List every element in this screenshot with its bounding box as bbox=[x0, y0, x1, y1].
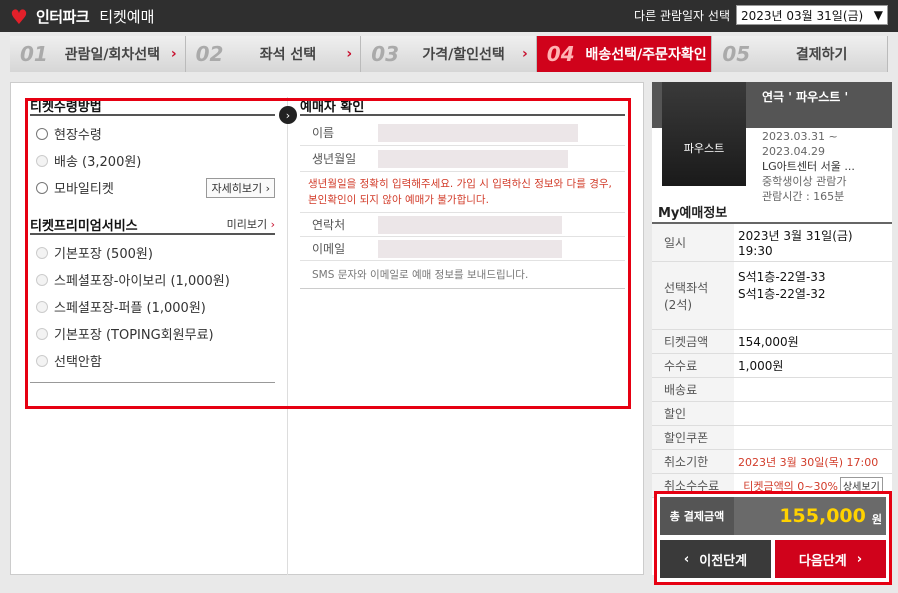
name-label: 이름 bbox=[312, 126, 335, 140]
birth-row: 생년월일 bbox=[300, 146, 625, 172]
email-label: 이메일 bbox=[312, 242, 346, 256]
step-label: 관람일/회차선택 bbox=[64, 47, 161, 63]
info-row-ticket: 티켓금액 154,000원 bbox=[652, 330, 892, 354]
chevron-right-icon: › bbox=[522, 46, 528, 62]
info-row-seat: 선택좌석 (2석) S석1층-22열-33 S석1층-22열-32 bbox=[652, 262, 892, 330]
step-num: 05 bbox=[722, 42, 751, 66]
email-field[interactable] bbox=[378, 239, 562, 258]
next-step-button[interactable]: 다음단계 › bbox=[775, 540, 886, 578]
birth-warning: 생년월일을 정확히 입력해주세요. 가입 시 입력하신 정보와 다를 경우, 본… bbox=[300, 172, 625, 213]
info-row-discount: 할인 bbox=[652, 402, 892, 426]
toggle-icon[interactable]: › bbox=[279, 106, 297, 124]
chevron-right-icon: › bbox=[346, 46, 353, 62]
sms-note: SMS 문자와 이메일로 예매 정보를 보내드립니다. bbox=[300, 261, 625, 289]
info-row-date: 일시 2023년 3월 31일(금) 19:30 bbox=[652, 224, 892, 262]
info-row-delivery: 배송료 bbox=[652, 378, 892, 402]
radio-icon[interactable] bbox=[36, 273, 48, 286]
step-num: 02 bbox=[195, 42, 224, 66]
date-selector-area: 다른 관람일자 선택 2023년 03월 31일(금) ▼ bbox=[634, 5, 888, 25]
step-num: 03 bbox=[371, 42, 400, 66]
birth-field[interactable] bbox=[378, 149, 568, 168]
total-label: 총 결제금액 bbox=[660, 497, 734, 535]
radio-delivery[interactable]: 배송 (3,200원) bbox=[30, 147, 275, 174]
show-info: 2023.03.31 ~ 2023.04.29 LG아트센터 서울 ... 중학… bbox=[762, 130, 855, 203]
total-bar: 총 결제금액 155,000 원 bbox=[660, 497, 886, 535]
premium-option-2[interactable]: 스페셜포장-아이보리 (1,000원) bbox=[30, 266, 275, 293]
name-field[interactable] bbox=[378, 123, 578, 142]
info-row-fee: 수수료 1,000원 bbox=[652, 354, 892, 378]
phone-row: 연락처 bbox=[300, 213, 625, 237]
chevron-down-icon: ▼ bbox=[873, 8, 883, 22]
delivery-section: 티켓수령방법 현장수령 배송 (3,200원) 모바일티켓 자세히보기 › 티켓… bbox=[30, 96, 275, 383]
step-label: 배송선택/주문자확인 bbox=[585, 47, 707, 63]
premium-option-1[interactable]: 기본포장 (500원) bbox=[30, 239, 275, 266]
chevron-right-icon: › bbox=[856, 551, 863, 567]
detail-button[interactable]: 자세히보기 › bbox=[206, 177, 275, 198]
step-1[interactable]: 01 관람일/회차선택 › bbox=[10, 36, 186, 72]
radio-icon[interactable] bbox=[36, 246, 48, 259]
chevron-right-icon: › bbox=[170, 46, 177, 62]
step-3[interactable]: 03 가격/할인선택 › bbox=[361, 36, 537, 72]
radio-icon[interactable] bbox=[36, 300, 48, 313]
logo[interactable]: ♥ 인터파크 티켓예매 bbox=[10, 6, 154, 27]
heart-icon: ♥ bbox=[10, 4, 28, 29]
step-label: 좌석 선택 bbox=[259, 47, 317, 63]
email-row: 이메일 bbox=[300, 237, 625, 261]
step-5[interactable]: 05 결제하기 bbox=[712, 36, 888, 72]
radio-icon[interactable] bbox=[36, 127, 48, 140]
date-label: 다른 관람일자 선택 bbox=[634, 8, 730, 23]
poster-image: 파우스트 bbox=[662, 82, 746, 186]
step-num: 01 bbox=[20, 42, 48, 66]
phone-field[interactable] bbox=[378, 215, 562, 234]
premium-option-3[interactable]: 스페셜포장-퍼플 (1,000원) bbox=[30, 293, 275, 320]
total-amount: 155,000 원 bbox=[734, 497, 886, 535]
brand-sub: 티켓예매 bbox=[99, 8, 155, 26]
phone-label: 연락처 bbox=[312, 218, 346, 232]
step-2[interactable]: 02 좌석 선택 › bbox=[185, 36, 362, 72]
radio-icon[interactable] bbox=[36, 154, 48, 167]
top-header: ♥ 인터파크 티켓예매 다른 관람일자 선택 2023년 03월 31일(금) … bbox=[0, 0, 898, 32]
step-4-active[interactable]: 04 배송선택/주문자확인 bbox=[536, 36, 713, 72]
radio-onsite[interactable]: 현장수령 bbox=[30, 120, 275, 147]
total-box: 총 결제금액 155,000 원 ‹ 이전단계 다음단계 › bbox=[654, 491, 892, 585]
info-row-coupon: 할인쿠폰 bbox=[652, 426, 892, 450]
birth-label: 생년월일 bbox=[312, 152, 357, 166]
nav-buttons: ‹ 이전단계 다음단계 › bbox=[660, 540, 886, 578]
step-num: 04 bbox=[546, 42, 575, 66]
radio-icon[interactable] bbox=[36, 327, 48, 340]
prev-step-button[interactable]: ‹ 이전단계 bbox=[660, 540, 771, 578]
column-divider bbox=[287, 97, 288, 575]
booker-title: 예매자 확인 bbox=[300, 96, 625, 116]
premium-title: 티켓프리미엄서비스 미리보기 › bbox=[30, 215, 275, 235]
booker-section: 예매자 확인 이름 생년월일 생년월일을 정확히 입력해주세요. 가입 시 입력… bbox=[300, 96, 625, 289]
radio-mobile[interactable]: 모바일티켓 자세히보기 › bbox=[30, 174, 275, 201]
premium-option-5[interactable]: 선택안함 bbox=[30, 347, 275, 374]
divider bbox=[30, 382, 275, 383]
step-bar: 01 관람일/회차선택 › 02 좌석 선택 › 03 가격/할인선택 › 04… bbox=[10, 36, 888, 72]
preview-link[interactable]: 미리보기 › bbox=[227, 216, 275, 232]
chevron-left-icon: ‹ bbox=[683, 551, 690, 567]
brand-name: 인터파크 bbox=[36, 8, 90, 26]
delivery-title: 티켓수령방법 bbox=[30, 96, 275, 116]
radio-icon[interactable] bbox=[36, 354, 48, 367]
my-booking-title: My예매정보 bbox=[658, 206, 728, 221]
step-label: 가격/할인선택 bbox=[422, 47, 505, 63]
chevron-right-icon: › bbox=[270, 218, 275, 231]
my-booking-table: 일시 2023년 3월 31일(금) 19:30 선택좌석 (2석) S석1층-… bbox=[652, 222, 892, 498]
date-select-value: 2023년 03월 31일(금) bbox=[741, 8, 864, 23]
step-label: 결제하기 bbox=[795, 47, 848, 63]
info-row-cancel-deadline: 취소기한 2023년 3월 30일(목) 17:00 bbox=[652, 450, 892, 474]
premium-option-4[interactable]: 기본포장 (TOPING회원무료) bbox=[30, 320, 275, 347]
name-row: 이름 bbox=[300, 120, 625, 146]
radio-icon[interactable] bbox=[36, 181, 48, 194]
date-select[interactable]: 2023년 03월 31일(금) ▼ bbox=[736, 5, 888, 25]
show-title: 연극 ' 파우스트 ' bbox=[762, 90, 849, 104]
